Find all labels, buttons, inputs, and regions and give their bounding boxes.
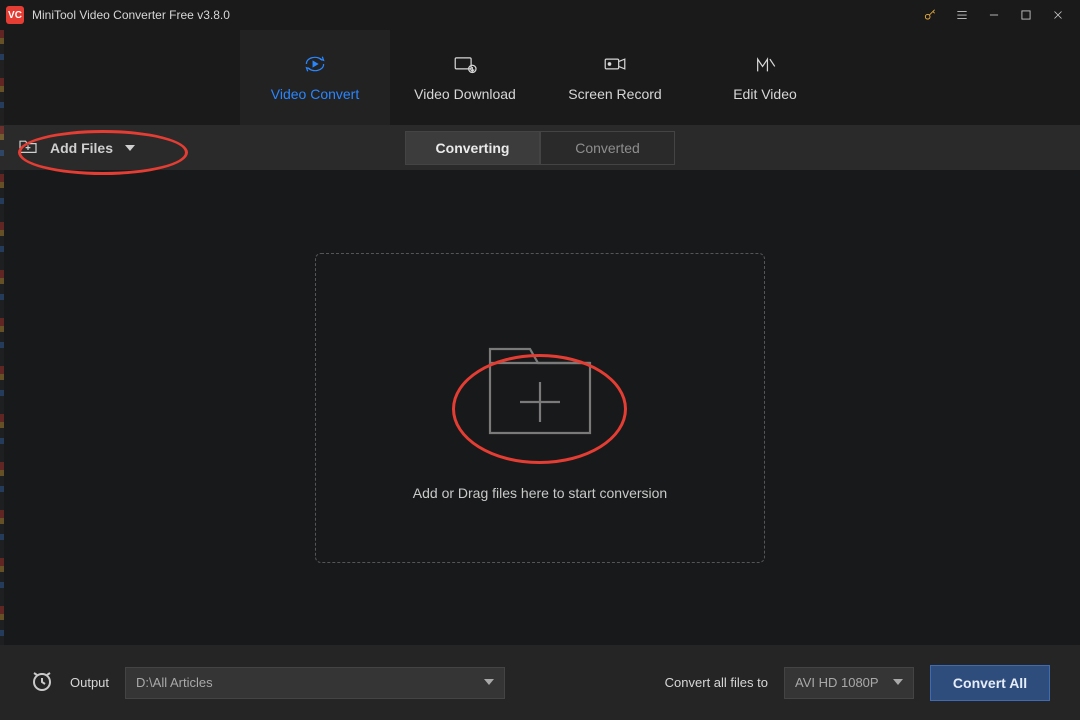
camera-rec-icon [600,53,630,78]
toolbar: Add Files Converting Converted [0,125,1080,170]
titlebar[interactable]: VC MiniTool Video Converter Free v3.8.0 [0,0,1080,30]
main-area: Add or Drag files here to start conversi… [0,170,1080,645]
maximize-icon[interactable] [1018,7,1034,23]
scissors-m-icon [750,53,780,78]
tab-label: Video Convert [271,86,359,102]
convert-all-files-to-label: Convert all files to [665,675,768,690]
convert-preset-select[interactable]: AVI HD 1080P [784,667,914,699]
tab-label: Screen Record [568,86,661,102]
key-icon[interactable] [922,7,938,23]
add-folder-icon [18,138,38,157]
tab-label: Video Download [414,86,516,102]
tab-label: Edit Video [733,86,797,102]
menu-icon[interactable] [954,7,970,23]
chevron-down-icon [484,675,494,690]
toggle-converting[interactable]: Converting [405,131,540,165]
minimize-icon[interactable] [986,7,1002,23]
dropzone[interactable]: Add or Drag files here to start conversi… [315,253,765,563]
tab-video-convert[interactable]: Video Convert [240,30,390,125]
chevron-down-icon [893,675,903,690]
download-film-icon [450,53,480,78]
app-title: MiniTool Video Converter Free v3.8.0 [32,8,230,22]
add-files-button[interactable]: Add Files [18,138,135,157]
tab-edit-video[interactable]: Edit Video [690,30,840,125]
output-label: Output [70,675,109,690]
close-icon[interactable] [1050,7,1066,23]
add-files-label: Add Files [50,140,113,156]
alarm-clock-icon[interactable] [30,669,54,696]
app-logo: VC [6,6,24,24]
toggle-converted[interactable]: Converted [540,131,675,165]
tab-screen-record[interactable]: Screen Record [540,30,690,125]
main-tabs: Video Convert Video Download Screen Reco… [0,30,1080,125]
refresh-play-icon [300,53,330,78]
folder-plus-icon [470,314,610,459]
output-path-value: D:\All Articles [136,675,213,690]
window-controls [922,7,1074,23]
output-path-select[interactable]: D:\All Articles [125,667,505,699]
tab-video-download[interactable]: Video Download [390,30,540,125]
bottom-bar: Output D:\All Articles Convert all files… [0,645,1080,720]
dropzone-text: Add or Drag files here to start conversi… [413,485,667,501]
app-window: VC MiniTool Video Converter Free v3.8.0 [0,0,1080,720]
convert-all-button[interactable]: Convert All [930,665,1050,701]
convert-preset-value: AVI HD 1080P [795,675,879,690]
conversion-toggle: Converting Converted [405,131,675,165]
chevron-down-icon [125,140,135,156]
